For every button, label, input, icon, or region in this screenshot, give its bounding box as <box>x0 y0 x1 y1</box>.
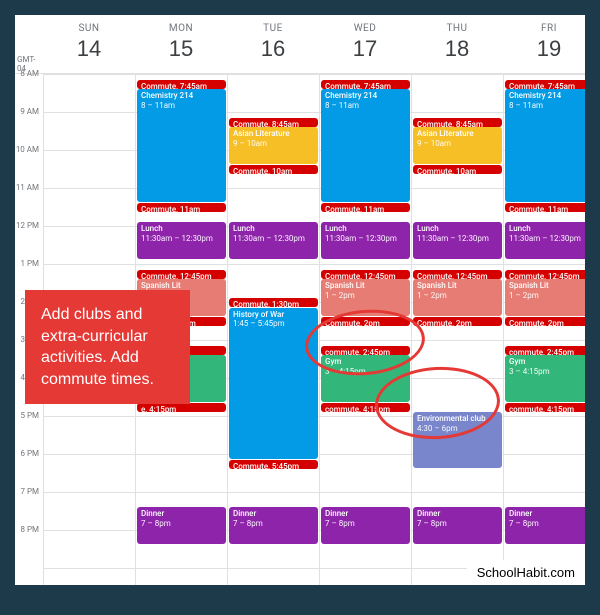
calendar-event[interactable]: Spanish Lit1 – 2pm <box>321 279 410 316</box>
calendar-event[interactable]: History of War1:45 – 5:45pm <box>229 308 318 459</box>
calendar-event[interactable]: Lunch11:30am – 12:30pm <box>413 222 502 259</box>
day-name-label: WED <box>319 23 411 34</box>
calendar-event[interactable]: Dinner7 – 8pm <box>413 507 502 544</box>
annotation-overlay: Add clubs and extra-curricular activitie… <box>25 290 190 404</box>
calendar-event[interactable]: Lunch11:30am – 12:30pm <box>137 222 226 259</box>
calendar-event[interactable]: Commute, 8:45am <box>229 118 318 127</box>
day-name-label: MON <box>135 23 227 34</box>
hour-label: 11 AM <box>15 183 43 221</box>
calendar-event[interactable]: Commute, 11am <box>137 203 226 212</box>
calendar-event[interactable]: Spanish Lit1 – 2pm <box>413 279 502 316</box>
day-number: 15 <box>135 36 227 62</box>
calendar-event[interactable]: Commute, 10am <box>413 165 502 174</box>
day-number: 18 <box>411 36 503 62</box>
calendar-event[interactable]: commute, 4:15pm <box>321 403 410 412</box>
day-name-label: THU <box>411 23 503 34</box>
calendar-event[interactable]: Chemistry 2148 – 11am <box>321 89 410 202</box>
day-column[interactable]: Commute, 8:45amAsian Literature9 – 10amC… <box>411 74 503 585</box>
calendar-event[interactable]: Lunch11:30am – 12:30pm <box>321 222 410 259</box>
day-header[interactable]: TUE 16 <box>227 15 319 73</box>
day-number: 17 <box>319 36 411 62</box>
day-header[interactable]: SUN 14 <box>43 15 135 73</box>
calendar-event[interactable]: Commute, 12:45pm <box>321 270 410 279</box>
calendar-event[interactable]: commute, 2:45pm <box>505 346 585 355</box>
day-number: 19 <box>503 36 585 62</box>
day-header[interactable]: FRI 19 <box>503 15 585 73</box>
calendar-event[interactable]: Commute, 11am <box>505 203 585 212</box>
calendar-event[interactable]: Lunch11:30am – 12:30pm <box>229 222 318 259</box>
calendar-event[interactable]: Dinner7 – 8pm <box>229 507 318 544</box>
calendar-event[interactable]: Commute, 2pm <box>321 317 410 326</box>
calendar-event[interactable]: Commute, 7:45am <box>505 80 585 89</box>
calendar-event[interactable]: Asian Literature9 – 10am <box>413 127 502 164</box>
calendar-event[interactable]: Environmental club4:30 – 6pm <box>413 412 502 468</box>
day-number: 16 <box>227 36 319 62</box>
hour-label: 9 AM <box>15 107 43 145</box>
calendar-event[interactable]: Commute, 2pm <box>413 317 502 326</box>
calendar-event[interactable]: commute, 2:45pm <box>321 346 410 355</box>
hour-label: 5 PM <box>15 411 43 449</box>
calendar-event[interactable]: Dinner7 – 8pm <box>137 507 226 544</box>
calendar-event[interactable]: commute, 4:15pm <box>505 403 585 412</box>
calendar-event[interactable]: Commute, 7:45am <box>321 80 410 89</box>
timezone-label: GMT-04 <box>15 15 43 73</box>
calendar-event[interactable]: Gym3 – 4:15pm <box>321 355 410 402</box>
calendar-event[interactable]: Commute, 12:45pm <box>505 270 585 279</box>
calendar-event[interactable]: Dinner7 – 8pm <box>321 507 410 544</box>
calendar-event[interactable]: Asian Literature9 – 10am <box>229 127 318 164</box>
calendar-event[interactable]: Lunch11:30am – 12:30pm <box>505 222 585 259</box>
day-column[interactable]: Commute, 7:45amChemistry 2148 – 11amComm… <box>319 74 411 585</box>
day-name-label: SUN <box>43 23 135 34</box>
day-header[interactable]: THU 18 <box>411 15 503 73</box>
calendar-event[interactable]: Commute, 12:45pm <box>137 270 226 279</box>
calendar-event[interactable]: Spanish Lit1 – 2pm <box>505 279 585 316</box>
calendar-event[interactable]: Chemistry 2148 – 11am <box>137 89 226 202</box>
calendar-event[interactable]: Dinner7 – 8pm <box>505 507 585 544</box>
day-name-label: TUE <box>227 23 319 34</box>
hour-label: 8 PM <box>15 525 43 563</box>
calendar-event[interactable]: Commute, 10am <box>229 165 318 174</box>
calendar-event[interactable]: Commute, 1:30pm <box>229 298 318 307</box>
hour-label: 10 AM <box>15 145 43 183</box>
watermark: SchoolHabit.com <box>467 560 585 585</box>
hour-label: 6 PM <box>15 449 43 487</box>
day-number: 14 <box>43 36 135 62</box>
calendar-event[interactable]: Commute, 2pm <box>505 317 585 326</box>
hour-label: 8 AM <box>15 69 43 107</box>
calendar-event[interactable]: Commute, 7:45am <box>137 80 226 89</box>
calendar-frame: GMT-04 SUN 14MON 15TUE 16WED 17THU 18FRI 19 8 … <box>15 15 585 585</box>
calendar-event[interactable]: Commute, 12:45pm <box>413 270 502 279</box>
hour-label: 12 PM <box>15 221 43 259</box>
day-name-label: FRI <box>503 23 585 34</box>
hour-label <box>15 563 43 585</box>
day-column[interactable]: Commute, 7:45amChemistry 2148 – 11amComm… <box>503 74 585 585</box>
calendar-event[interactable]: Commute, 8:45am <box>413 118 502 127</box>
day-column[interactable]: Commute, 8:45amAsian Literature9 – 10amC… <box>227 74 319 585</box>
calendar-header: GMT-04 SUN 14MON 15TUE 16WED 17THU 18FRI 19 <box>15 15 585 74</box>
hour-label: 7 PM <box>15 487 43 525</box>
day-header[interactable]: MON 15 <box>135 15 227 73</box>
calendar-event[interactable]: Commute, 11am <box>321 203 410 212</box>
day-header[interactable]: WED 17 <box>319 15 411 73</box>
calendar-event[interactable]: Commute, 5:45pm <box>229 460 318 469</box>
calendar-event[interactable]: Chemistry 2148 – 11am <box>505 89 585 202</box>
calendar-event[interactable]: Gym3 – 4:15pm <box>505 355 585 402</box>
